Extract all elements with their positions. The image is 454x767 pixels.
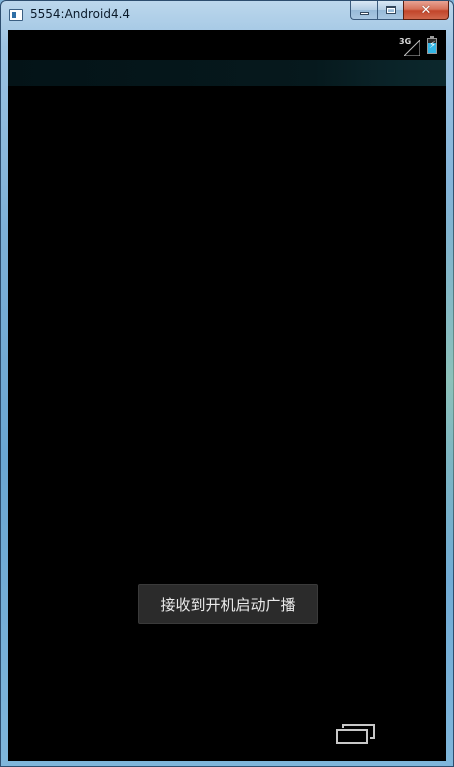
device-screen[interactable]: 3G ⚡ 接收到开机启动广播 xyxy=(8,30,446,761)
status-bar[interactable]: 3G ⚡ xyxy=(8,30,446,60)
close-button[interactable]: ✕ xyxy=(403,1,449,20)
frame-edge-glow xyxy=(446,181,454,581)
window-title: 5554:Android4.4 xyxy=(30,7,131,21)
toast-message: 接收到开机启动广播 xyxy=(138,584,318,624)
app-window-icon[interactable] xyxy=(9,9,23,21)
recent-apps-icon[interactable] xyxy=(336,723,376,745)
signal-icon xyxy=(404,40,420,56)
maximize-icon xyxy=(385,6,396,14)
title-bar[interactable]: 5554:Android4.4 ✕ xyxy=(1,1,453,29)
battery-charging-icon: ⚡ xyxy=(427,36,437,54)
minimize-button[interactable] xyxy=(350,1,377,20)
minimize-icon xyxy=(359,11,369,15)
action-bar xyxy=(8,60,446,86)
caption-buttons: ✕ xyxy=(350,1,449,21)
close-icon: ✕ xyxy=(420,2,432,18)
charging-bolt-icon: ⚡ xyxy=(429,40,437,51)
emulator-window: 5554:Android4.4 ✕ 3G ⚡ 接收到开机启动广播 xyxy=(0,0,454,767)
maximize-button[interactable] xyxy=(377,1,403,20)
